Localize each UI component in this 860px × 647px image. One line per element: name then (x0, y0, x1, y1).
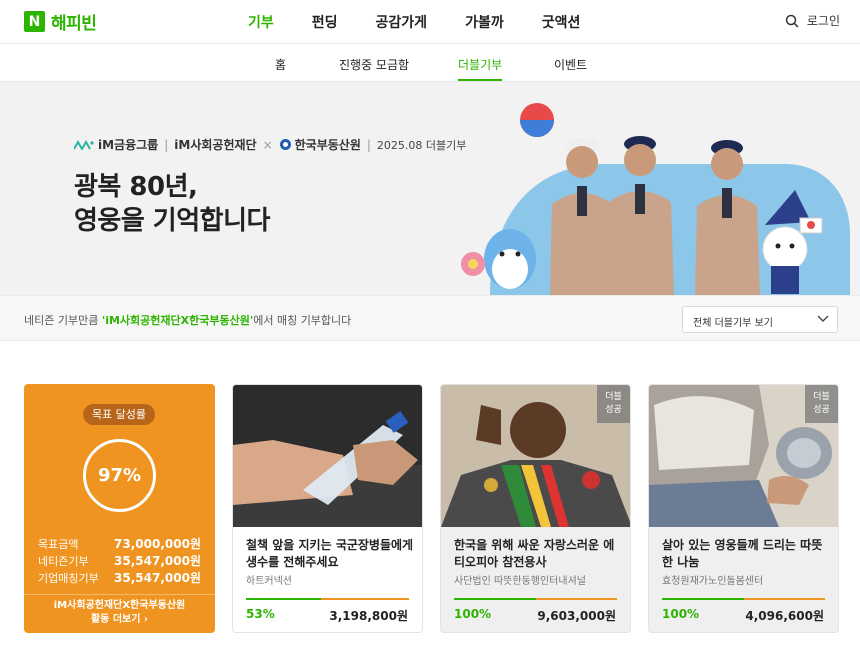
veteran-3 (695, 140, 760, 295)
matching-highlight: 'iM사회공헌재단X한국부동산원' (101, 314, 254, 327)
headline-line-1: 광복 80년, (74, 172, 198, 202)
veteran-1 (550, 138, 615, 295)
goal-row-label: 네티즌기부 (38, 555, 89, 568)
campaign-amount: 4,096,600원 (745, 609, 824, 623)
achievement-ring: 97% (83, 439, 156, 512)
bird-mascot (461, 229, 536, 289)
tab-double-donation[interactable]: 더블기부 (458, 56, 502, 73)
banner-headline: 광복 80년, 영웅을 기억합니다 (74, 170, 270, 238)
progress-orange (320, 598, 409, 600)
login-area: 로그인 (785, 12, 840, 29)
more-activities-line-2: 활동 더보기 › (90, 614, 149, 625)
veterans-illustration (461, 103, 850, 295)
partner-im-foundation: iM사회공헌재단 (174, 138, 257, 152)
nav-visit[interactable]: 가볼까 (465, 12, 504, 32)
campaign-amount: 3,198,800원 (329, 609, 408, 623)
nav-donate[interactable]: 기부 (248, 12, 274, 32)
progress-bar (662, 598, 825, 600)
goal-row: 네티즌기부 35,547,000원 (38, 553, 201, 570)
cross-mark: × (262, 137, 273, 152)
sub-navigation: 홈 진행중 모금함 더블기부 이벤트 (0, 44, 860, 82)
progress-bar (246, 598, 409, 600)
matching-suffix: 에서 매칭 기부합니다 (253, 314, 352, 327)
campaign-title: 철책 앞을 지키는 국군장병들에게 생수를 전해주세요 (246, 538, 414, 569)
nav-funding[interactable]: 펀딩 (312, 12, 338, 32)
campaign-org: 하트커넥션 (246, 576, 292, 587)
logo[interactable]: N 해피빈 (24, 9, 97, 34)
hero-banner[interactable]: iM금융그룹 | iM사회공헌재단 × 한국부동산원 | 2025.08 더블기… (0, 82, 860, 295)
progress-bar (454, 598, 617, 600)
nav-empathy-store[interactable]: 공감가게 (376, 12, 428, 32)
water-bottle-image (233, 385, 422, 527)
nav-good-action[interactable]: 굿액션 (542, 12, 581, 32)
goal-row: 기업매칭기부 35,547,000원 (38, 570, 201, 587)
campaign-card-heroes[interactable]: 더블 성공 살아 있는 영웅들께 드리는 따뜻한 나눔 효청원재가노인돌봄센터 1… (648, 384, 839, 633)
partner-line: iM금융그룹 | iM사회공헌재단 × 한국부동산원 | 2025.08 더블기… (74, 136, 466, 153)
more-activities-link[interactable]: iM사회공헌재단X한국부동산원 활동 더보기 › (24, 599, 215, 627)
divider (24, 594, 215, 595)
headline-line-2: 영웅을 기억합니다 (74, 206, 270, 236)
progress-orange (535, 598, 617, 600)
divider: | (366, 137, 371, 152)
login-link[interactable]: 로그인 (807, 12, 840, 29)
goal-summary-card: 목표 달성률 97% 목표금액 73,000,000원 네티즌기부 35,547,0… (24, 384, 215, 633)
reb-logo-icon (279, 139, 291, 150)
more-activities-line-1: iM사회공헌재단X한국부동산원 (53, 600, 186, 611)
matching-info-bar: 네티즌 기부만큼 'iM사회공헌재단X한국부동산원'에서 매칭 기부합니다 전체… (0, 295, 860, 341)
matching-prefix: 네티즌 기부만큼 (24, 314, 102, 327)
tab-home[interactable]: 홈 (275, 56, 286, 73)
search-icon[interactable] (785, 14, 799, 28)
view-all-double-select[interactable]: 전체 더블기부 보기 (682, 306, 838, 333)
campaign-title: 한국을 위해 싸운 자랑스러운 에티오피아 참전용사 (454, 538, 615, 569)
double-success-badge: 더블 성공 (805, 385, 838, 423)
goal-row-value: 35,547,000원 (114, 571, 201, 585)
progress-green (454, 598, 536, 600)
tab-event[interactable]: 이벤트 (554, 56, 587, 73)
chevron-down-icon (817, 315, 829, 322)
campaign-percent: 53% (246, 607, 275, 621)
view-all-label: 전체 더블기부 보기 (693, 318, 773, 329)
partner-reb: 한국부동산원 (294, 138, 361, 152)
goal-row-label: 목표금액 (38, 538, 79, 551)
matching-message: 네티즌 기부만큼 'iM사회공헌재단X한국부동산원'에서 매칭 기부합니다 (24, 312, 351, 328)
goal-pill: 목표 달성률 (83, 404, 155, 425)
im-logo-icon (74, 139, 94, 150)
campaign-card-water[interactable]: 철책 앞을 지키는 국군장병들에게 생수를 전해주세요 하트커넥션 53% 3,… (232, 384, 423, 633)
goal-row-value: 35,547,000원 (114, 554, 201, 568)
tab-ongoing[interactable]: 진행중 모금함 (339, 56, 409, 73)
partner-im-group: iM금융그룹 (98, 138, 159, 152)
goal-row-value: 73,000,000원 (114, 537, 201, 551)
main-nav: 기부 펀딩 공감가게 가볼까 굿액션 (248, 12, 618, 32)
campaign-amount: 9,603,000원 (537, 609, 616, 623)
campaign-percent: 100% (662, 607, 700, 621)
campaign-org: 사단법인 따뜻한동행인터내셔널 (454, 576, 586, 587)
progress-green (662, 598, 744, 600)
goal-rows: 목표금액 73,000,000원 네티즌기부 35,547,000원 기업매칭기부 3… (38, 536, 201, 587)
campaign-title: 살아 있는 영웅들께 드리는 따뜻한 나눔 (662, 538, 823, 569)
goal-row-label: 기업매칭기부 (38, 572, 99, 585)
campaign-org: 효청원재가노인돌봄센터 (662, 576, 764, 587)
divider: | (164, 137, 169, 152)
campaign-date: 2025.08 더블기부 (376, 138, 467, 152)
progress-orange (743, 598, 825, 600)
goal-row: 목표금액 73,000,000원 (38, 536, 201, 553)
logo-badge: N (24, 11, 45, 32)
veteran-2 (607, 136, 674, 295)
progress-green (246, 598, 321, 600)
double-success-badge: 더블 성공 (597, 385, 630, 423)
logo-text: 해피빈 (51, 14, 97, 34)
campaign-percent: 100% (454, 607, 492, 621)
top-navigation: N 해피빈 기부 펀딩 공감가게 가볼까 굿액션 로그인 (0, 0, 860, 44)
active-tab-indicator (458, 79, 502, 81)
campaign-card-ethiopia[interactable]: 더블 성공 한국을 위해 싸운 자랑스러운 에티오피아 참전용사 사단법인 따뜻한… (440, 384, 631, 633)
